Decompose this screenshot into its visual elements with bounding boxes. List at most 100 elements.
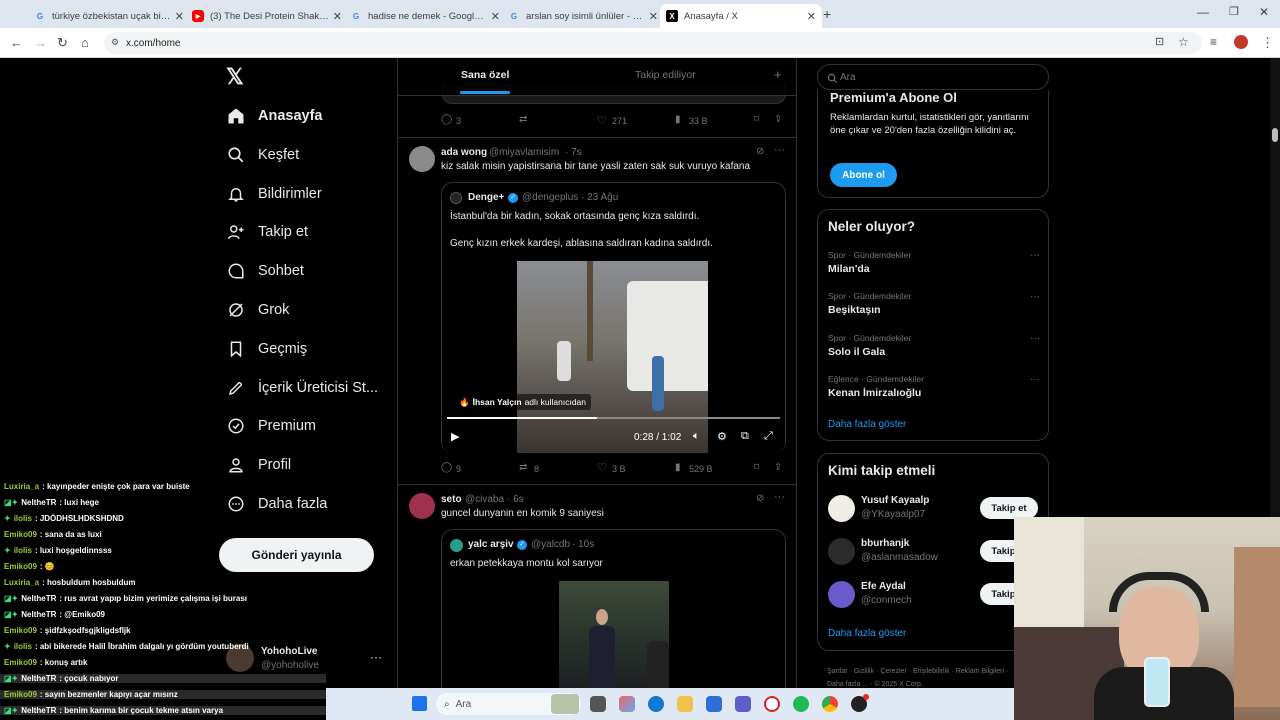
nav-item-explore[interactable]: Keşfet [226,143,299,167]
post-author-name[interactable]: ada wong [441,147,487,158]
grok-icon[interactable]: ⊘ [756,493,764,504]
nav-item-notifications[interactable]: Bildirimler [226,182,322,206]
chrome-icon[interactable] [822,696,838,712]
minimize-icon[interactable]: — [1197,5,1209,19]
more-icon[interactable]: ··· [1030,250,1040,261]
more-icon[interactable]: ··· [774,144,785,156]
home-browser-icon[interactable]: ⌂ [81,35,89,50]
repost-icon[interactable]: ⇄ [519,462,527,473]
views-icon[interactable]: ▮ [675,114,681,125]
fullscreen-icon[interactable]: ⤢ [764,430,773,443]
account-menu-icon[interactable]: ··· [370,650,382,664]
browser-tab[interactable]: G hadise ne demek - Google'da A ✕ [344,4,506,28]
nav-item-premium[interactable]: Premium [226,414,316,438]
follow-button[interactable]: Takip et [980,497,1038,519]
profile-avatar[interactable] [1234,35,1248,49]
site-info-icon[interactable]: ⚙ [111,37,119,48]
widget-icon[interactable] [551,694,579,714]
follow-suggestion[interactable]: bburhanjk @aslanmasadow Takip et [828,537,1043,567]
more-icon[interactable]: ··· [1030,333,1040,344]
footer-link[interactable]: Gizlilik [854,668,874,675]
video-player[interactable]: 🔥 İhsan Yalçın adlı kullanıcıdan ▶ 0:28 … [442,260,785,454]
bookmark-star-icon[interactable]: ☆ [1178,35,1189,49]
scrollbar-thumb[interactable] [1272,128,1278,142]
bookmark-icon[interactable]: ⌑ [754,462,759,473]
tab-for-you[interactable]: Sana özel [461,69,509,81]
browser-tab-active[interactable]: X Anasayfa / X ✕ [660,4,822,28]
kebab-menu-icon[interactable]: ⋮ [1261,35,1274,51]
browser-tab[interactable]: G türkiye özbekistan uçak bileti - ✕ [28,4,190,28]
close-tab-icon[interactable]: ✕ [807,10,816,23]
copilot-icon[interactable] [619,696,635,712]
avatar[interactable] [409,146,435,172]
search-input[interactable]: Ara [817,64,1049,90]
repost-icon[interactable]: ⇄ [519,114,527,125]
post-time[interactable]: · 7s [565,147,582,158]
task-view-icon[interactable] [590,696,606,712]
video-frame[interactable] [559,581,669,688]
nav-item-history[interactable]: Geçmiş [226,337,307,361]
add-tab-icon[interactable]: + [774,67,782,82]
follow-suggestion[interactable]: Yusuf Kayaalp @YKayaalp07 Takip et [828,494,1043,524]
forward-icon[interactable]: → [34,35,47,50]
close-window-icon[interactable]: ✕ [1259,5,1269,19]
trend-item[interactable]: Spor · Gündemdekiler Solo il Gala ··· [828,333,1040,363]
bookmark-icon[interactable]: ⌑ [754,114,759,125]
tab-following[interactable]: Takip ediliyor [635,69,696,81]
video-progress-track[interactable] [447,417,780,419]
close-tab-icon[interactable]: ✕ [333,10,342,23]
pip-icon[interactable]: ⧉ [741,430,749,443]
views-icon[interactable]: ▮ [675,462,681,473]
x-logo-icon[interactable]: 𝕏 [226,64,244,90]
show-more-link[interactable]: Daha fazla göster [828,419,906,430]
footer-link[interactable]: Daha fazla ... [827,681,868,688]
nav-item-creator-studio[interactable]: İçerik Üreticisi St... [226,376,378,400]
new-tab-button[interactable]: + [823,6,831,22]
like-icon[interactable]: ♡ [597,461,607,474]
teams-icon[interactable] [735,696,751,712]
more-icon[interactable]: ··· [1030,374,1040,385]
close-tab-icon[interactable]: ✕ [175,10,184,23]
share-icon[interactable]: ⇪ [774,462,782,473]
edge-icon[interactable] [648,696,664,712]
post[interactable]: ada wong @miyavlamisim · 7s ⊘ ··· kiz sa… [398,138,796,485]
post-time[interactable]: · 6s [507,494,524,505]
reload-icon[interactable]: ↻ [57,35,68,51]
post-author-handle[interactable]: @civaba [465,494,504,505]
more-icon[interactable]: ··· [1030,291,1040,302]
nav-item-chat[interactable]: Sohbet [226,259,304,283]
store-icon[interactable] [706,696,722,712]
volume-icon[interactable]: 🔈︎ [693,430,700,443]
settings-icon[interactable]: ⚙ [717,430,727,443]
trend-item[interactable]: Eğlence · Gündemdekiler Kenan İmirzalıoğ… [828,374,1040,404]
url-field[interactable]: ⚙ x.com/home [104,32,1202,54]
share-icon[interactable]: ⇪ [774,114,782,125]
subscribe-button[interactable]: Abone ol [830,163,897,187]
grok-icon[interactable]: ⊘ [756,146,764,157]
nav-item-grok[interactable]: Grok [226,298,289,322]
windows-start-icon[interactable] [412,696,427,711]
footer-link[interactable]: Çerezler [880,668,906,675]
footer-link[interactable]: Reklam Bilgileri [956,668,1004,675]
reply-icon[interactable]: ◯ [441,114,452,125]
trend-item[interactable]: Spor · Gündemdekiler Beşiktaşın ··· [828,291,1040,321]
post[interactable]: seto @civaba · 6s ⊘ ··· guncel dunyanin … [398,485,796,688]
file-explorer-icon[interactable] [677,696,693,712]
menu-list-icon[interactable]: ≡ [1210,35,1217,49]
footer-link[interactable]: Şartlar [827,668,848,675]
close-tab-icon[interactable]: ✕ [649,10,658,23]
follow-suggestion[interactable]: Efe Aydal @conmech Takip et [828,580,1043,610]
reply-icon[interactable]: ◯ [441,462,452,473]
close-tab-icon[interactable]: ✕ [491,10,500,23]
show-more-link[interactable]: Daha fazla göster [828,628,906,639]
browser-tab[interactable]: G arslan soy isimli ünlüler - Goog ✕ [502,4,664,28]
nav-item-follow[interactable]: Takip et [226,220,308,244]
back-icon[interactable]: ← [10,35,23,50]
quoted-post[interactable]: Denge+ ✓ @dengeplus · 23 Ağu İstanbul'da… [441,182,786,454]
nav-item-home[interactable]: Anasayfa [226,104,322,128]
maximize-icon[interactable]: ❐ [1229,5,1239,18]
install-icon[interactable]: ⊡ [1155,35,1164,48]
play-icon[interactable]: ▶ [451,430,459,443]
footer-link[interactable]: Erişilebilirlik [913,668,950,675]
opera-icon[interactable] [764,696,780,712]
